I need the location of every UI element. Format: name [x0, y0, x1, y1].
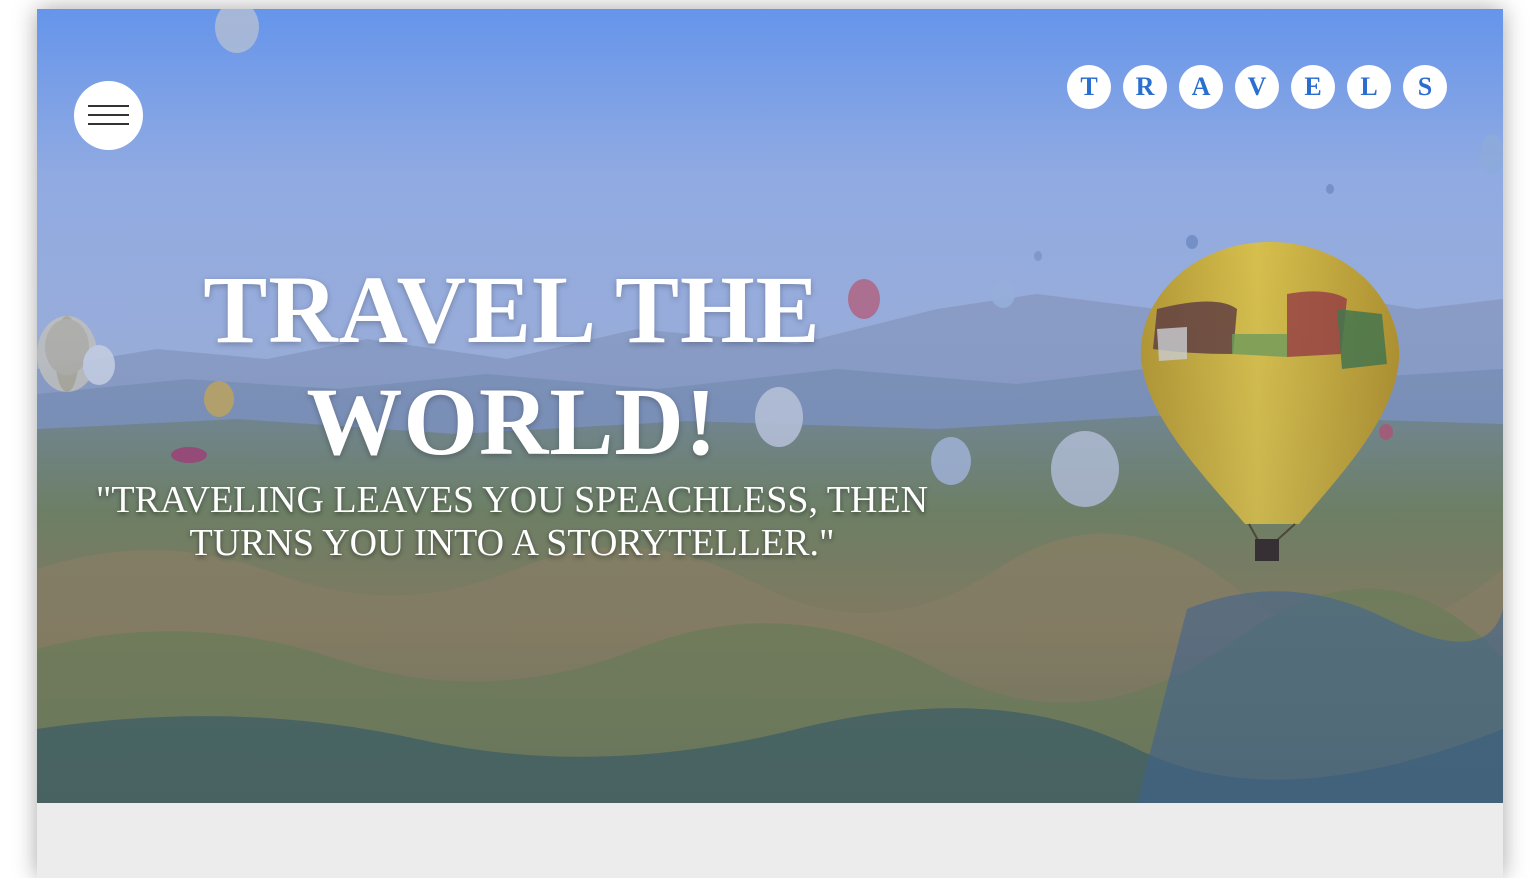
brand-letter-t[interactable]: T — [1067, 65, 1111, 109]
page-container: T R A V E L S TRAVEL THE WORLD! "TRAVELI… — [37, 9, 1503, 878]
brand-letter-a[interactable]: A — [1179, 65, 1223, 109]
brand-letter-l[interactable]: L — [1347, 65, 1391, 109]
brand-letter-r[interactable]: R — [1123, 65, 1167, 109]
brand-letter-v[interactable]: V — [1235, 65, 1279, 109]
brand-letter-e[interactable]: E — [1291, 65, 1335, 109]
brand-letter-s[interactable]: S — [1403, 65, 1447, 109]
brand-letters-nav: T R A V E L S — [1067, 65, 1447, 109]
hero-headline: TRAVEL THE WORLD! — [77, 254, 947, 478]
hero-headline-line-2: WORLD! — [306, 368, 718, 475]
hamburger-menu-icon — [88, 105, 129, 107]
hamburger-menu-icon-bar-3 — [88, 123, 129, 125]
menu-button[interactable] — [74, 81, 143, 150]
hero-section: T R A V E L S TRAVEL THE WORLD! "TRAVELI… — [37, 9, 1503, 803]
hero-quote: "TRAVELING LEAVES YOU SPEACHLESS, THEN T… — [95, 479, 929, 564]
hamburger-menu-icon-bar-2 — [88, 114, 129, 116]
hero-headline-line-1: TRAVEL THE — [203, 256, 821, 363]
